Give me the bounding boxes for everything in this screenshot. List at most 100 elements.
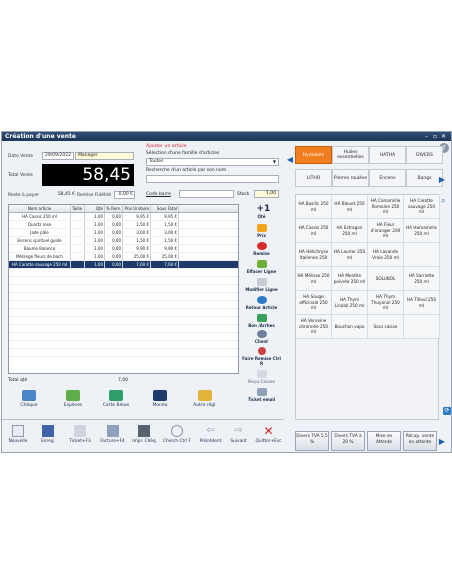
table-row-empty [9, 341, 238, 349]
col-unit-price[interactable]: Prix Unitaire [123, 205, 151, 212]
seller-field[interactable]: Manager [75, 152, 134, 160]
product-tile-empty [404, 315, 440, 339]
discount-button[interactable]: Remise [242, 242, 281, 256]
product-tile[interactable]: HA Thym Linalol 250 ml [332, 291, 368, 315]
product-tile[interactable]: Bouchon vapo [332, 315, 368, 339]
quit-button[interactable]: ✕ Quitter+Esc [253, 424, 284, 450]
apply-discount-button[interactable]: Faire Remise Ctrl R [242, 347, 281, 366]
return-article-button[interactable]: Retour Article [242, 296, 281, 310]
receipt-button[interactable]: Reçu Caisse [242, 370, 281, 384]
delete-line-button[interactable]: Effacer Ligne [242, 260, 281, 274]
misc-vat-5-button[interactable]: Divers TVA 5,5 % [295, 431, 329, 451]
product-tile[interactable]: HA Sauge officinale 250 ml [296, 291, 332, 315]
refresh-icon[interactable]: ⟳ [443, 407, 451, 415]
barcode-input[interactable] [179, 190, 234, 198]
percent-icon [257, 347, 266, 355]
col-subtotal[interactable]: Sous Total [151, 205, 179, 212]
user-icon [256, 330, 267, 338]
col-discount[interactable]: % Rem. [105, 205, 123, 212]
email-icon [256, 388, 267, 396]
pay-moneo-button[interactable]: Monéo [145, 388, 175, 414]
families-prev-arrow[interactable]: ◀ [286, 152, 294, 166]
product-tile[interactable]: HA Mélisse 250 ml [296, 267, 332, 291]
product-tile[interactable]: HA Carotte sauvage 250 ml [404, 195, 440, 219]
family-tab-divers[interactable]: DIVERS [406, 146, 443, 164]
loyalty-field[interactable]: 0,00 € [114, 191, 135, 199]
product-tile[interactable]: HA Hélichryse Italienne 250 [296, 243, 332, 267]
previous-button[interactable]: ⇦ Précédent [196, 424, 225, 450]
search-icon[interactable]: ⌕ [441, 196, 450, 205]
product-tile[interactable]: HA Menthe poivrée 250 ml [332, 267, 368, 291]
toolbar-divider [2, 419, 284, 420]
table-row[interactable]: Baume Balance 1,00 0,00 9,90 €9,90 € [9, 245, 238, 253]
minimize-icon[interactable]: – [425, 132, 428, 141]
family-tab-hatha[interactable]: HATHA [369, 146, 406, 164]
product-tile[interactable]: HA Sarriette 250 ml [404, 267, 440, 291]
product-tile[interactable]: HA Lavande Vraie 250 ml [368, 243, 404, 267]
family-select[interactable]: Toutes ▼ [146, 158, 279, 166]
table-row[interactable]: Jade pâle 1,00 0,00 3,00 €3,00 € [9, 229, 238, 237]
product-tile[interactable]: Sacs caisse [368, 315, 404, 339]
ticket-button[interactable]: Ticket+F3 [65, 424, 95, 450]
vat-next-arrow[interactable]: ▶ [438, 434, 446, 448]
table-row[interactable]: Mélange fleurs de bach 1,00 0,00 25,00 €25,… [9, 253, 238, 261]
name-search-label: Recherche d'un article par son nom [146, 168, 227, 173]
loyalty-label: Remise Fidélité [77, 193, 112, 198]
pay-other-button[interactable]: Autre régl. [187, 388, 223, 414]
save-button[interactable]: Enreg. [35, 424, 61, 450]
find-button[interactable]: Cherch.Ctrl F [160, 424, 194, 450]
total-qty-label: Total qté [8, 378, 28, 383]
price-tag-icon [256, 224, 267, 232]
product-tile[interactable]: HA Hamamelis 250 ml [404, 219, 440, 243]
qty-button[interactable]: +1 Qté [242, 204, 281, 220]
misc-vat-20-button[interactable]: Divers TVA à 20 % [331, 431, 365, 451]
maximize-icon[interactable]: ▫ [433, 132, 437, 141]
product-tile[interactable]: HA Camomille Romaine 250 ml [368, 195, 404, 219]
print-cheque-button[interactable]: Impr. Chèq [129, 424, 159, 450]
add-article-title: Ajouter un article [146, 144, 187, 149]
table-row[interactable]: Encens spirituel guide 1,00 0,00 1,50 €1,50… [9, 237, 238, 245]
col-size[interactable]: Taille [71, 205, 85, 212]
pay-cash-button[interactable]: Espèces [58, 388, 88, 414]
pay-cheque-button[interactable]: Chèque [14, 388, 44, 414]
invoice-button[interactable]: Facture+F4 [97, 424, 128, 450]
col-name[interactable]: Nom article [9, 205, 71, 212]
product-tile[interactable]: HA Cassis 250 ml [296, 219, 332, 243]
product-tile[interactable]: HA Verveine citronnée 250 ml [296, 315, 332, 339]
table-row-empty [9, 285, 238, 293]
voucher-button[interactable]: Bon /Arrhes [242, 314, 281, 328]
product-tile[interactable]: HA Thym Thuyanol 250 ml [368, 291, 404, 315]
product-tile[interactable]: SOLUBOL [368, 267, 404, 291]
next-button[interactable]: ⇨ Suivant [226, 424, 251, 450]
close-icon[interactable]: ✕ [441, 132, 446, 141]
edit-line-button[interactable]: Modifier Ligne [242, 278, 281, 292]
pay-card-button[interactable]: Carte Bleue [99, 388, 133, 414]
table-row-selected[interactable]: HA Carotte sauvage 250 ml 1,00 0,00 7,60 €7… [9, 261, 238, 269]
name-search-input[interactable] [146, 175, 279, 183]
family-tab-hydrolats[interactable]: Hydrolats [295, 146, 332, 164]
email-ticket-button[interactable]: Ticket email [242, 388, 281, 402]
table-row[interactable]: Quartz rose 1,00 0,00 1,50 €1,50 € [9, 221, 238, 229]
product-tile[interactable]: HA Laurier 250 ml [332, 243, 368, 267]
hold-sale-button[interactable]: Mise en Attente [367, 431, 401, 451]
recover-sale-button[interactable]: Récup. vente en attente [403, 431, 437, 451]
product-tile[interactable]: HA Fleur d'oranger 200 ml [368, 219, 404, 243]
plus-one-icon: +1 [256, 204, 271, 214]
table-row[interactable]: HA Cassis 250 ml 1,00 0,00 9,95 €9,95 € [9, 213, 238, 221]
family-tab-pierres[interactable]: Pierres roulées [332, 169, 369, 187]
date-field[interactable]: 29/09/2022 [42, 152, 74, 160]
product-tile[interactable]: HA Tilleul 250 ml [404, 291, 440, 315]
family-tab-encens[interactable]: Encens [369, 169, 406, 187]
families-next-arrow[interactable]: ▶ [438, 172, 446, 186]
family-tab-litho[interactable]: LITHO [295, 169, 332, 187]
product-tile[interactable]: HA Estragon 250 ml [332, 219, 368, 243]
client-button[interactable]: Client [242, 330, 281, 344]
col-qty[interactable]: Qté [85, 205, 105, 212]
product-tile[interactable]: HA Bleuet 250 ml [332, 195, 368, 219]
price-button[interactable]: Prix [242, 224, 281, 238]
new-button[interactable]: Nouvelle [5, 424, 31, 450]
table-row-empty [9, 325, 238, 333]
rest-label: Reste à payer [8, 193, 40, 198]
family-tab-huiles[interactable]: Huiles essentielles [332, 146, 369, 164]
product-tile[interactable]: HA Basilic 250 ml [296, 195, 332, 219]
